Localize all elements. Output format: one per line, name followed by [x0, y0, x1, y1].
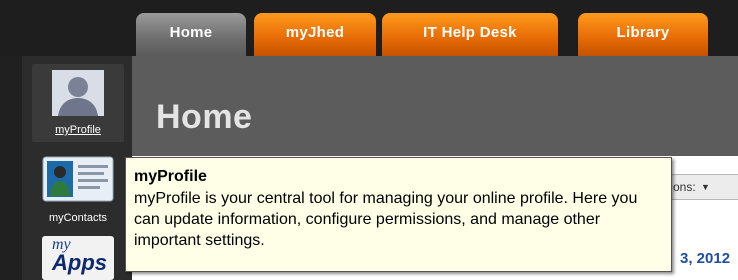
sidebar-item-myapps[interactable]: my Apps	[32, 236, 124, 280]
myprofile-tooltip: myProfile myProfile is your central tool…	[125, 157, 672, 272]
page-title: Home	[156, 98, 253, 136]
tab-home-label: Home	[169, 24, 213, 41]
apps-logo-icon: my Apps	[42, 236, 114, 280]
tab-it-help-desk[interactable]: IT Help Desk	[382, 13, 558, 56]
apps-logo-apps: Apps	[52, 250, 107, 275]
contact-card-icon	[42, 156, 114, 202]
sidebar: myProfile myContacts my Apps	[22, 56, 132, 280]
tooltip-title: myProfile	[134, 168, 207, 185]
profile-silhouette-icon	[52, 70, 104, 116]
tab-home[interactable]: Home	[136, 13, 246, 56]
sidebar-item-mycontacts-label: myContacts	[48, 212, 108, 224]
date-text: 3, 2012	[680, 250, 731, 267]
tab-library[interactable]: Library	[578, 13, 708, 56]
chevron-down-icon: ▼	[701, 182, 710, 192]
tab-library-label: Library	[616, 24, 670, 41]
tooltip-body: myProfile is your central tool for manag…	[134, 190, 638, 249]
tab-it-help-desk-label: IT Help Desk	[423, 24, 517, 41]
sidebar-item-mycontacts[interactable]: myContacts	[32, 156, 124, 226]
tab-myjhed-label: myJhed	[285, 24, 345, 41]
options-dropdown-label: ons:	[673, 180, 696, 194]
top-nav-bar: Home myJhed IT Help Desk Library	[0, 0, 738, 56]
sidebar-item-myprofile[interactable]: myProfile	[32, 64, 124, 142]
sidebar-item-myprofile-label: myProfile	[55, 124, 101, 136]
tab-myjhed[interactable]: myJhed	[254, 13, 376, 56]
